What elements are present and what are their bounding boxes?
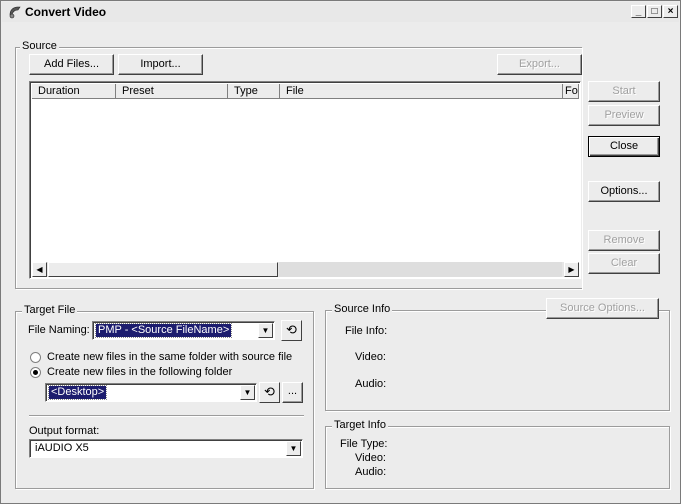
scroll-thumb[interactable] [48, 262, 278, 277]
undo-arrow-icon[interactable]: ⟲ [281, 320, 302, 341]
radio-following-folder[interactable] [30, 367, 41, 378]
file-type-label: File Type: [340, 438, 388, 450]
convert-video-window: Convert Video _ □ × Source Add Files... … [0, 0, 681, 504]
source-info-legend: Source Info [332, 303, 393, 315]
close-button[interactable]: Close [588, 136, 660, 157]
radio-same-folder[interactable] [30, 352, 41, 363]
output-format-value: iAUDIO X5 [35, 442, 89, 454]
column-label: Folde [565, 85, 578, 97]
horizontal-scrollbar[interactable]: ◀ ▶ [32, 262, 579, 277]
start-button[interactable]: Start [588, 81, 660, 102]
file-naming-select[interactable]: PMP - <Source FileName> ▼ [92, 321, 275, 340]
output-format-label: Output format: [29, 425, 100, 437]
undo-arrow-icon[interactable]: ⟲ [259, 382, 280, 403]
source-video-label: Video: [355, 351, 386, 363]
target-file-legend: Target File [22, 304, 78, 316]
file-naming-value: PMP - <Source FileName> [94, 323, 233, 338]
title-bar[interactable]: Convert Video _ □ × [2, 2, 679, 22]
target-video-label: Video: [355, 452, 386, 464]
export-label: Export... [519, 58, 560, 70]
column-header-type[interactable]: Type [228, 84, 280, 99]
source-file-list[interactable]: Duration Preset Type File Folde ◀ ▶ [29, 81, 581, 279]
radio-following-folder-label: Create new files in the following folder [47, 366, 233, 378]
remove-button[interactable]: Remove [588, 230, 660, 251]
clear-label: Clear [610, 257, 638, 269]
column-header-file[interactable]: File [280, 84, 563, 99]
folder-select[interactable]: <Desktop> ▼ [45, 383, 257, 402]
target-audio-label: Audio: [355, 466, 387, 478]
divider [29, 415, 304, 416]
target-info-legend: Target Info [332, 419, 388, 431]
maximize-button[interactable]: □ [647, 5, 662, 18]
start-label: Start [612, 85, 636, 97]
output-format-select[interactable]: iAUDIO X5 ▼ [29, 439, 303, 458]
minimize-icon: _ [635, 6, 642, 17]
minimize-button[interactable]: _ [631, 5, 646, 18]
source-options-button[interactable]: Source Options... [546, 298, 659, 319]
remove-label: Remove [603, 234, 645, 246]
maximize-icon: □ [651, 6, 658, 17]
import-label: Import... [140, 58, 181, 70]
source-options-label: Source Options... [560, 302, 645, 314]
folder-value: <Desktop> [47, 385, 108, 400]
export-button[interactable]: Export... [497, 54, 582, 75]
options-button[interactable]: Options... [588, 181, 660, 202]
close-window-button[interactable]: × [663, 5, 678, 18]
column-header-preset[interactable]: Preset [116, 84, 228, 99]
close-icon: × [667, 6, 674, 17]
scroll-left-icon[interactable]: ◀ [32, 262, 47, 277]
preview-button[interactable]: Preview [588, 105, 660, 126]
column-label: File [286, 85, 304, 97]
column-label: Preset [122, 85, 154, 97]
add-files-label: Add Files... [43, 58, 100, 70]
scroll-right-icon[interactable]: ▶ [564, 262, 579, 277]
file-naming-label: File Naming: [28, 324, 90, 336]
file-info-label: File Info: [345, 325, 388, 337]
clear-button[interactable]: Clear [588, 253, 660, 274]
browse-folder-button[interactable]: ... [282, 382, 303, 403]
radio-same-folder-label: Create new files in the same folder with… [47, 351, 293, 363]
window-title: Convert Video [25, 5, 107, 19]
browse-label: ... [287, 385, 298, 397]
chevron-down-icon[interactable]: ▼ [240, 385, 255, 400]
options-label: Options... [600, 185, 648, 197]
source-legend: Source [20, 40, 59, 52]
source-audio-label: Audio: [355, 378, 387, 390]
close-label: Close [609, 140, 639, 152]
column-label: Duration [38, 85, 80, 97]
preview-label: Preview [604, 109, 644, 121]
scroll-track[interactable] [279, 262, 562, 277]
add-files-button[interactable]: Add Files... [29, 54, 114, 75]
chevron-down-icon[interactable]: ▼ [258, 323, 273, 338]
column-label: Type [234, 85, 258, 97]
import-button[interactable]: Import... [118, 54, 203, 75]
column-header-folder[interactable]: Folde [563, 84, 579, 99]
column-header-duration[interactable]: Duration [32, 84, 116, 99]
chevron-down-icon[interactable]: ▼ [286, 441, 301, 456]
app-icon [9, 6, 21, 19]
